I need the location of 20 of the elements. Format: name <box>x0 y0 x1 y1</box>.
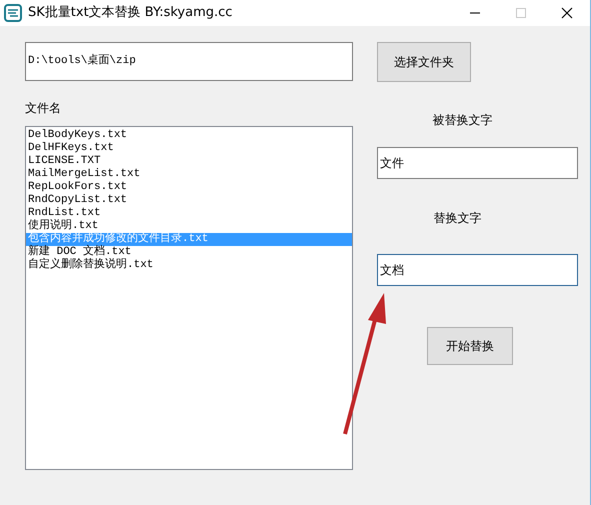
file-list-item[interactable]: LICENSE.TXT <box>26 155 352 168</box>
file-list-item[interactable]: DelHFKeys.txt <box>26 142 352 155</box>
find-text-field[interactable]: 文件 <box>377 147 578 179</box>
file-list-label: 文件名 <box>25 100 61 117</box>
file-list-item[interactable]: DelBodyKeys.txt <box>26 129 352 142</box>
file-list-item[interactable]: RndList.txt <box>26 207 352 220</box>
folder-path-field[interactable]: D:\tools\桌面\zip <box>25 42 353 81</box>
file-list-item[interactable]: 自定义删除替换说明.txt <box>26 259 352 272</box>
file-list-item[interactable]: 新建 DOC 文档.txt <box>26 246 352 259</box>
file-list-item[interactable]: 使用说明.txt <box>26 220 352 233</box>
window-title: SK批量txt文本替换 BY:skyamg.cc <box>28 4 232 22</box>
app-icon <box>4 4 22 22</box>
file-list-item[interactable]: RepLookFors.txt <box>26 181 352 194</box>
choose-folder-button[interactable]: 选择文件夹 <box>377 42 471 82</box>
find-text-label: 被替换文字 <box>432 112 492 129</box>
start-replace-button[interactable]: 开始替换 <box>427 327 513 365</box>
replace-text-label: 替换文字 <box>434 210 482 227</box>
replace-text-field[interactable]: 文档 <box>377 254 578 286</box>
file-list-item[interactable]: RndCopyList.txt <box>26 194 352 207</box>
file-list-item[interactable]: MailMergeList.txt <box>26 168 352 181</box>
